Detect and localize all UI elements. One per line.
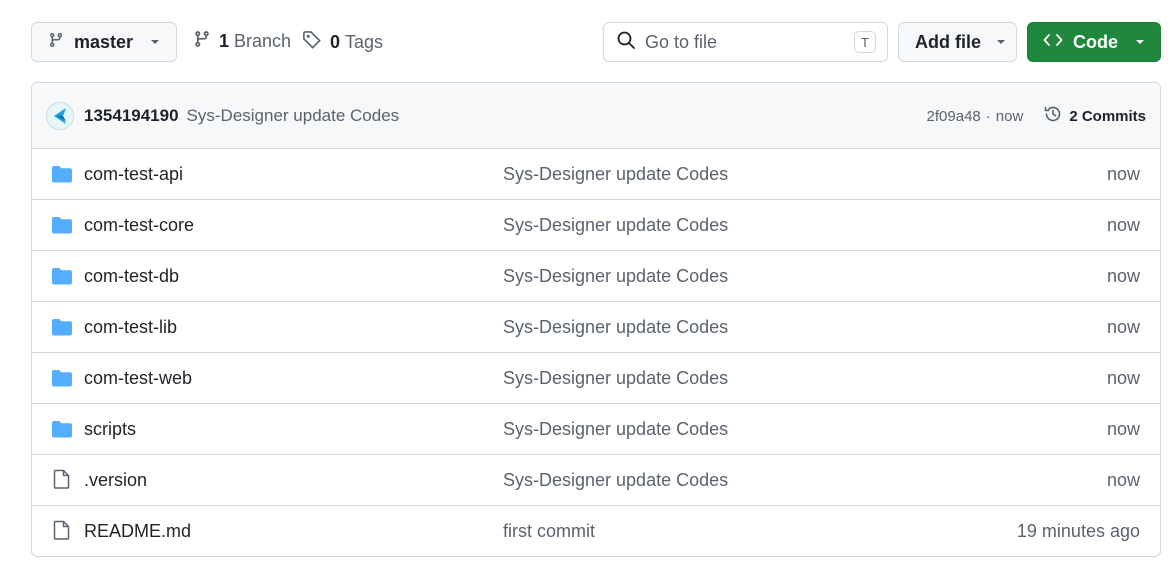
search-placeholder: Go to file [645,31,718,52]
code-label: Code [1073,31,1118,52]
tags-count: 0 [330,32,341,52]
branches-link[interactable]: 1 Branch [193,30,291,53]
commit-message[interactable]: Sys-Designer update Codes [187,106,400,126]
folder-icon [51,318,73,341]
file-commit-time: now [1106,469,1140,490]
commits-history-link[interactable]: 2 Commits [1043,104,1146,128]
file-commit-message-link[interactable]: first commit [503,521,595,542]
caret-down-icon [995,38,1007,46]
file-row[interactable]: com-test-lib Sys-Designer update Codes now [32,302,1160,353]
caret-down-icon [1134,38,1146,46]
folder-icon [51,267,73,290]
code-button[interactable]: Code [1027,22,1161,62]
file-commit-time: now [1106,316,1140,337]
file-name-link[interactable]: com-test-core [84,215,194,236]
repo-toolbar: master 1 Branch 0 Tags Go to file T Add … [0,0,1173,84]
file-row[interactable]: com-test-api Sys-Designer update Codes now [32,149,1160,200]
file-commit-time: 19 minutes ago [1016,521,1140,541]
separator-dot: · [985,107,991,125]
git-branch-icon [193,30,219,53]
file-commit-time: now [1106,418,1140,439]
git-branch-icon [48,32,64,53]
folder-icon [51,165,73,188]
tags-link[interactable]: 0 Tags [302,30,383,55]
history-icon [1043,104,1069,128]
file-commit-message-link[interactable]: Sys-Designer update Codes [503,317,728,338]
avatar[interactable] [46,101,74,130]
file-icon [51,519,73,546]
file-name-link[interactable]: README.md [84,521,191,542]
branches-count: 1 [219,31,230,51]
file-commit-message-link[interactable]: Sys-Designer update Codes [503,164,728,185]
file-commit-time: now [1106,214,1140,235]
tag-icon [302,30,330,55]
caret-down-icon [149,38,161,46]
commit-meta: 2f09a48 · now 2 Commits [927,83,1146,149]
file-row[interactable]: com-test-web Sys-Designer update Codes now [32,353,1160,404]
tags-label: Tags [345,32,384,52]
file-browser-panel: 1354194190 Sys-Designer update Codes 2f0… [31,82,1161,557]
file-commit-message-link[interactable]: Sys-Designer update Codes [503,419,728,440]
commit-author[interactable]: 1354194190 [84,106,179,126]
commit-time: now [995,107,1024,125]
file-row[interactable]: .version Sys-Designer update Codes now [32,455,1160,506]
file-name-link[interactable]: com-test-lib [84,317,177,338]
add-file-button[interactable]: Add file [898,22,1017,62]
file-commit-time: now [1106,367,1140,388]
code-icon [1043,32,1063,53]
file-list: com-test-api Sys-Designer update Codes now… [32,149,1160,556]
file-commit-time: now [1106,163,1140,184]
file-commit-message-link[interactable]: Sys-Designer update Codes [503,266,728,287]
commit-sha[interactable]: 2f09a48 [927,108,981,125]
file-row[interactable]: scripts Sys-Designer update Codes now [32,404,1160,455]
file-name-link[interactable]: com-test-api [84,164,183,185]
commits-count-label: 2 Commits [1069,107,1146,125]
file-name-link[interactable]: com-test-db [84,266,179,287]
file-name-link[interactable]: .version [84,470,147,491]
file-row[interactable]: com-test-core Sys-Designer update Codes no… [32,200,1160,251]
folder-icon [51,420,73,443]
branches-label: Branch [234,31,292,51]
keyboard-shortcut-hint: T [854,31,876,53]
branch-name: master [74,31,134,52]
file-commit-message-link[interactable]: Sys-Designer update Codes [503,368,728,389]
file-row[interactable]: README.md first commit 19 minutes ago [32,506,1160,556]
add-file-label: Add file [915,31,981,52]
file-commit-message-link[interactable]: Sys-Designer update Codes [503,215,728,236]
latest-commit-bar: 1354194190 Sys-Designer update Codes 2f0… [32,83,1160,149]
search-icon [616,30,636,55]
branch-select-button[interactable]: master [31,22,177,62]
file-row[interactable]: com-test-db Sys-Designer update Codes now [32,251,1160,302]
folder-icon [51,369,73,392]
file-name-link[interactable]: scripts [84,419,136,440]
file-commit-message-link[interactable]: Sys-Designer update Codes [503,470,728,491]
file-name-link[interactable]: com-test-web [84,368,192,389]
file-commit-time: now [1106,265,1140,286]
go-to-file-input[interactable]: Go to file T [603,22,888,62]
file-icon [51,468,73,495]
folder-icon [51,216,73,239]
